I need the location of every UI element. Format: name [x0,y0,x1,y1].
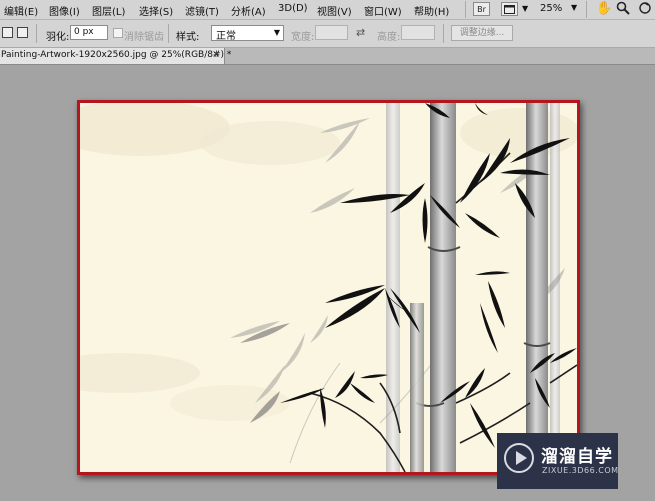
zoom-level[interactable]: 25% [540,3,562,14]
menu-window[interactable]: 窗口(W) [364,3,402,18]
zoom-dropdown-icon[interactable]: ▼ [571,3,577,12]
style-select-value: 正常 [216,31,236,42]
screen-mode-icon [504,4,515,14]
refine-edge-button[interactable]: 调整边缘... [451,25,513,41]
watermark-badge: 溜溜自学 ZIXUE.3D66.COM [497,433,618,489]
swap-icon[interactable]: ⇄ [356,26,365,39]
document-canvas[interactable] [77,100,580,475]
feather-label: 羽化: [46,32,70,43]
menu-help[interactable]: 帮助(H) [414,3,449,18]
rotate-view-icon[interactable] [638,1,652,20]
menu-image[interactable]: 图像(I) [49,3,80,18]
antialias-label: 消除锯齿 [124,32,164,43]
new-selection-icon[interactable] [2,27,13,38]
menu-separator [465,1,466,18]
zoom-tool-icon[interactable] [616,1,630,20]
document-tab[interactable]: Painting-Artwork-1920x2560.jpg @ 25%(RGB… [0,48,231,64]
width-label: 宽度: [291,32,315,43]
menu-3d[interactable]: 3D(D) [278,3,308,14]
antialias-checkbox[interactable] [113,28,123,38]
options-separator [443,24,444,43]
menu-filter[interactable]: 滤镜(T) [185,3,219,18]
width-input[interactable] [315,25,348,40]
play-triangle-icon [516,451,527,465]
menu-bar: 编辑(E) 图像(I) 图层(L) 选择(S) 滤镜(T) 分析(A) 3D(D… [0,0,655,20]
play-logo-icon [504,443,534,473]
style-select[interactable]: 正常 ▼ [211,25,284,42]
bamboo-painting [80,103,577,472]
options-bar: 羽化: 0 px 消除锯齿 样式: 正常 ▼ 宽度: ⇄ 高度: 调整边缘... [0,20,655,48]
options-separator [168,24,169,43]
hand-tool-icon[interactable]: ✋ [596,1,612,17]
document-tab-title: Painting-Artwork-1920x2560.jpg @ 25%(RGB… [1,50,232,60]
screen-mode-dropdown-icon[interactable]: ▼ [522,4,528,13]
watermark-title: 溜溜自学 [541,447,613,467]
menu-view[interactable]: 视图(V) [317,3,352,18]
document-tab-bar: Painting-Artwork-1920x2560.jpg @ 25%(RGB… [0,48,655,65]
rotate-icon [639,2,651,14]
add-selection-icon[interactable] [17,27,28,38]
feather-input[interactable]: 0 px [70,25,108,40]
menu-select[interactable]: 选择(S) [139,3,173,18]
screen-mode-button[interactable] [501,2,518,16]
magnifier-icon [616,1,630,15]
menu-separator [586,1,587,18]
menu-layer[interactable]: 图层(L) [92,3,125,18]
bridge-button[interactable]: Br [473,2,490,16]
chevron-down-icon: ▼ [273,28,280,37]
menu-edit[interactable]: 编辑(E) [4,3,38,18]
options-separator [36,24,37,43]
style-label: 样式: [176,32,200,43]
height-input[interactable] [401,25,435,40]
watermark-subtitle: ZIXUE.3D66.COM [542,466,619,475]
menu-analysis[interactable]: 分析(A) [231,3,266,18]
close-icon[interactable]: × [212,49,220,60]
height-label: 高度: [377,32,401,43]
